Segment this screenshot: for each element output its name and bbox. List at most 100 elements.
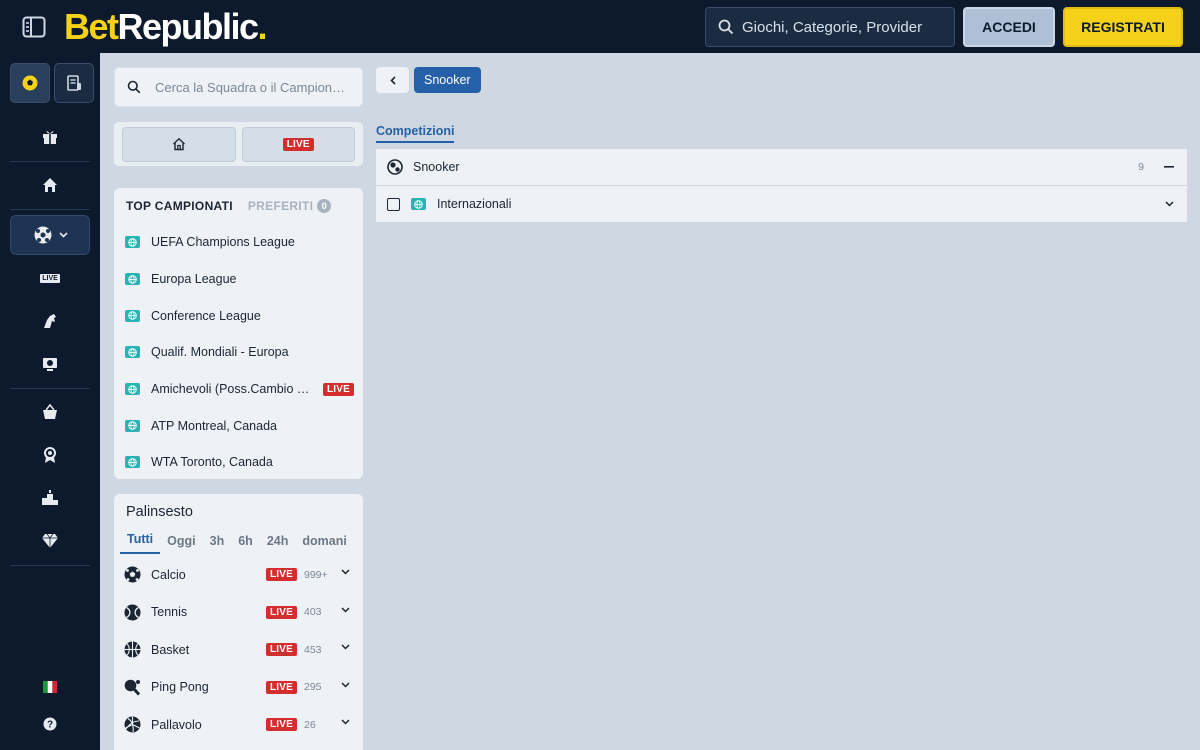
award-icon[interactable] (10, 435, 90, 475)
sidebar-toggle-icon[interactable] (21, 15, 47, 39)
competition-checkbox[interactable] (387, 197, 400, 211)
sport-item-calcio[interactable]: Calcio LIVE 999+ (114, 556, 363, 594)
schedule-card: Palinsesto Tutti Oggi 3h 6h 24h domani C… (114, 494, 363, 750)
globe-icon (125, 236, 140, 249)
register-button[interactable]: REGISTRATI (1063, 7, 1183, 47)
search-icon (718, 19, 734, 35)
tennis-ball-icon (124, 604, 141, 621)
live-icon-label: LIVE (40, 273, 60, 283)
league-item[interactable]: ATP Montreal, Canada (114, 407, 363, 444)
sports-ball-icon[interactable] (10, 63, 50, 103)
top-header: Bet Republic. Giochi, Categorie, Provider… (0, 0, 1200, 53)
search-icon (127, 80, 141, 94)
main-content: Snooker Competizioni Snooker 9 Internazi… (376, 67, 1187, 223)
globe-icon (125, 273, 140, 286)
brand-logo[interactable]: Bet Republic. (64, 5, 268, 48)
help-icon[interactable]: ? (10, 714, 90, 734)
ping-pong-icon (124, 679, 141, 696)
sports-icon[interactable] (10, 215, 90, 255)
league-item[interactable]: UEFA Champions League (114, 224, 363, 261)
event-count: 26 (304, 718, 316, 731)
home-icon[interactable] (10, 165, 90, 205)
podium-icon[interactable] (10, 478, 90, 518)
login-button[interactable]: ACCEDI (963, 7, 1055, 47)
tab-oggi[interactable]: Oggi (160, 534, 202, 554)
event-count: 403 (304, 606, 322, 619)
top-leagues-card: TOP CAMPIONATI PREFERITI 0 UEFA Champion… (114, 188, 363, 479)
competition-row[interactable]: Internazionali (376, 186, 1187, 223)
league-item[interactable]: WTA Toronto, Canada (114, 444, 363, 481)
event-count: 295 (304, 681, 322, 694)
league-name: Qualif. Mondiali - Europa (151, 345, 289, 360)
soccer-ball-icon (124, 566, 141, 583)
tab-3h[interactable]: 3h (203, 534, 232, 554)
sport-name: Tennis (151, 605, 188, 620)
competition-count: 9 (1138, 161, 1144, 173)
event-count: 999+ (304, 568, 328, 581)
live-badge: LIVE (266, 718, 298, 732)
sport-item-basket[interactable]: Basket LIVE 453 (114, 631, 363, 669)
league-name: Europa League (151, 272, 237, 287)
sport-item-ping-pong[interactable]: Ping Pong LIVE 295 (114, 669, 363, 707)
team-search-placeholder: Cerca la Squadra o il Campionato (155, 79, 350, 95)
favorites-count: 0 (317, 199, 332, 213)
svg-text:?: ? (47, 720, 53, 731)
tab-domani[interactable]: domani (295, 534, 353, 554)
sport-item-tennis[interactable]: Tennis LIVE 403 (114, 594, 363, 632)
snooker-icon (387, 159, 403, 175)
breadcrumb: Snooker (376, 67, 1187, 93)
betslip-icon[interactable] (54, 63, 94, 103)
globe-icon (125, 346, 140, 359)
chevron-down-icon (341, 719, 350, 725)
logo-dot: . (257, 5, 268, 47)
tab-24h[interactable]: 24h (260, 534, 296, 554)
league-name: Amichevoli (Poss.Cambio Formazione) (151, 382, 311, 397)
league-item[interactable]: Conference League (114, 297, 363, 334)
chevron-down-icon (58, 232, 68, 238)
schedule-title: Palinsesto (126, 504, 193, 520)
globe-icon (125, 456, 140, 469)
sport-name: Pallavolo (151, 717, 202, 732)
top-leagues-tab[interactable]: TOP CAMPIONATI (126, 199, 233, 213)
left-rail: LIVE ? (0, 53, 100, 750)
live-view-button[interactable]: LIVE (241, 126, 355, 162)
chevron-down-icon (341, 606, 350, 613)
globe-icon (125, 309, 140, 322)
logo-part1: Bet (64, 5, 119, 47)
globe-icon (125, 419, 140, 432)
horse-icon[interactable] (10, 301, 90, 341)
sport-name: Basket (151, 642, 190, 657)
live-badge: LIVE (322, 382, 354, 396)
chevron-down-icon (341, 569, 350, 575)
home-view-button[interactable] (122, 126, 236, 162)
shop-icon[interactable] (10, 392, 90, 432)
globe-icon (411, 198, 426, 210)
tab-tutti[interactable]: Tutti (120, 532, 161, 554)
back-button[interactable] (376, 67, 409, 93)
gift-icon[interactable] (10, 117, 90, 157)
league-item[interactable]: Amichevoli (Poss.Cambio Formazione) LIVE (114, 371, 363, 408)
collapse-icon[interactable] (1164, 166, 1174, 168)
italy-flag-icon[interactable] (10, 677, 90, 697)
sport-header-row[interactable]: Snooker 9 (376, 149, 1187, 186)
tab-6h[interactable]: 6h (231, 534, 260, 554)
globe-icon (125, 383, 140, 396)
league-item[interactable]: Qualif. Mondiali - Europa (114, 334, 363, 371)
live-icon[interactable]: LIVE (10, 258, 90, 298)
competition-name: Internazionali (437, 197, 512, 211)
tab-competizioni[interactable]: Competizioni (376, 124, 455, 143)
team-search-input[interactable]: Cerca la Squadra o il Campionato (114, 67, 363, 107)
live-badge: LIVE (282, 137, 314, 151)
chevron-down-icon (341, 644, 350, 650)
games-search-input[interactable]: Giochi, Categorie, Provider (705, 7, 955, 47)
league-name: UEFA Champions League (151, 235, 295, 250)
sport-item-pallavolo[interactable]: Pallavolo LIVE 26 (114, 706, 363, 744)
diamond-icon[interactable] (10, 521, 90, 561)
favorites-tab[interactable]: PREFERITI (248, 199, 313, 213)
chevron-left-icon (389, 75, 396, 85)
breadcrumb-snooker[interactable]: Snooker (414, 67, 481, 93)
chevron-down-icon[interactable] (1165, 201, 1174, 207)
sport-name: Calcio (151, 567, 186, 582)
league-item[interactable]: Europa League (114, 261, 363, 298)
virtual-icon[interactable] (10, 344, 90, 384)
